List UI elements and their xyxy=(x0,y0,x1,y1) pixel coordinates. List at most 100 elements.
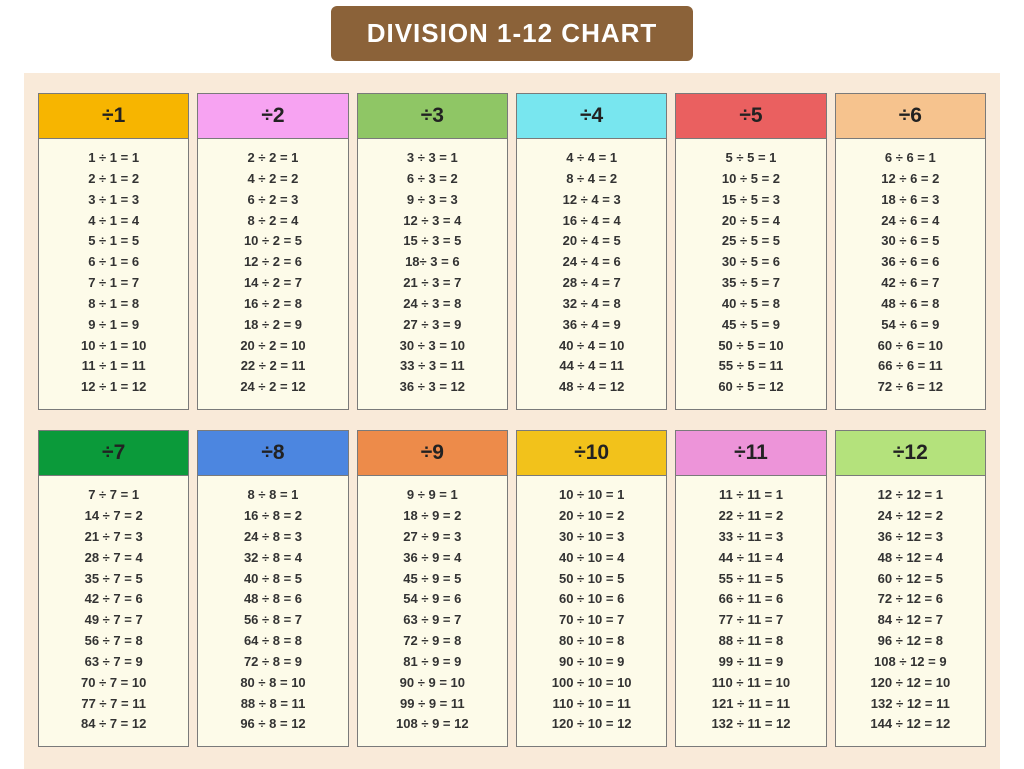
division-block-header: ÷6 xyxy=(836,94,985,139)
division-block-body: 10 ÷ 10 = 120 ÷ 10 = 230 ÷ 10 = 340 ÷ 10… xyxy=(517,476,666,746)
division-equation: 20 ÷ 10 = 2 xyxy=(559,507,624,526)
chart-row-1: ÷11 ÷ 1 = 12 ÷ 1 = 23 ÷ 1 = 34 ÷ 1 = 45 … xyxy=(38,93,986,410)
division-equation: 28 ÷ 4 = 7 xyxy=(563,274,621,293)
division-equation: 45 ÷ 9 = 5 xyxy=(403,570,461,589)
division-equation: 6 ÷ 2 = 3 xyxy=(248,191,299,210)
division-equation: 32 ÷ 8 = 4 xyxy=(244,549,302,568)
division-block-body: 5 ÷ 5 = 110 ÷ 5 = 215 ÷ 5 = 320 ÷ 5 = 42… xyxy=(676,139,825,409)
division-equation: 54 ÷ 9 = 6 xyxy=(403,590,461,609)
division-equation: 40 ÷ 4 = 10 xyxy=(559,337,624,356)
division-equation: 48 ÷ 8 = 6 xyxy=(244,590,302,609)
division-block-header: ÷7 xyxy=(39,431,188,476)
division-equation: 8 ÷ 8 = 1 xyxy=(248,486,299,505)
division-equation: 24 ÷ 8 = 3 xyxy=(244,528,302,547)
division-equation: 11 ÷ 11 = 1 xyxy=(719,486,783,505)
division-equation: 70 ÷ 7 = 10 xyxy=(81,674,146,693)
division-equation: 30 ÷ 3 = 10 xyxy=(400,337,465,356)
division-equation: 55 ÷ 11 = 5 xyxy=(719,570,784,589)
division-block-6: ÷66 ÷ 6 = 112 ÷ 6 = 218 ÷ 6 = 324 ÷ 6 = … xyxy=(835,93,986,410)
division-block-body: 9 ÷ 9 = 118 ÷ 9 = 227 ÷ 9 = 336 ÷ 9 = 44… xyxy=(358,476,507,746)
division-equation: 6 ÷ 3 = 2 xyxy=(407,170,458,189)
division-equation: 16 ÷ 2 = 8 xyxy=(244,295,302,314)
division-equation: 35 ÷ 7 = 5 xyxy=(85,570,143,589)
division-equation: 7 ÷ 1 = 7 xyxy=(88,274,139,293)
division-equation: 88 ÷ 11 = 8 xyxy=(719,632,784,651)
division-equation: 18÷ 3 = 6 xyxy=(405,253,459,272)
division-equation: 32 ÷ 4 = 8 xyxy=(563,295,621,314)
division-equation: 12 ÷ 12 = 1 xyxy=(878,486,943,505)
division-equation: 99 ÷ 11 = 9 xyxy=(719,653,784,672)
division-equation: 72 ÷ 12 = 6 xyxy=(878,590,943,609)
division-equation: 77 ÷ 11 = 7 xyxy=(719,611,784,630)
division-equation: 100 ÷ 10 = 10 xyxy=(552,674,632,693)
division-block-9: ÷99 ÷ 9 = 118 ÷ 9 = 227 ÷ 9 = 336 ÷ 9 = … xyxy=(357,430,508,747)
division-block-body: 11 ÷ 11 = 122 ÷ 11 = 233 ÷ 11 = 344 ÷ 11… xyxy=(676,476,825,746)
division-equation: 8 ÷ 4 = 2 xyxy=(566,170,617,189)
division-equation: 16 ÷ 4 = 4 xyxy=(563,212,621,231)
division-equation: 3 ÷ 1 = 3 xyxy=(88,191,139,210)
division-block-body: 1 ÷ 1 = 12 ÷ 1 = 23 ÷ 1 = 34 ÷ 1 = 45 ÷ … xyxy=(39,139,188,409)
division-equation: 8 ÷ 1 = 8 xyxy=(88,295,139,314)
division-equation: 30 ÷ 10 = 3 xyxy=(559,528,624,547)
division-equation: 120 ÷ 12 = 10 xyxy=(870,674,950,693)
division-equation: 36 ÷ 9 = 4 xyxy=(403,549,461,568)
division-equation: 45 ÷ 5 = 9 xyxy=(722,316,780,335)
division-equation: 36 ÷ 6 = 6 xyxy=(881,253,939,272)
division-equation: 72 ÷ 8 = 9 xyxy=(244,653,302,672)
division-block-body: 8 ÷ 8 = 116 ÷ 8 = 224 ÷ 8 = 332 ÷ 8 = 44… xyxy=(198,476,347,746)
division-block-2: ÷22 ÷ 2 = 14 ÷ 2 = 26 ÷ 2 = 38 ÷ 2 = 410… xyxy=(197,93,348,410)
division-equation: 5 ÷ 5 = 1 xyxy=(726,149,777,168)
division-equation: 10 ÷ 10 = 1 xyxy=(559,486,624,505)
division-equation: 63 ÷ 7 = 9 xyxy=(85,653,143,672)
division-equation: 72 ÷ 6 = 12 xyxy=(878,378,943,397)
division-equation: 42 ÷ 6 = 7 xyxy=(881,274,939,293)
division-equation: 84 ÷ 12 = 7 xyxy=(878,611,943,630)
division-equation: 2 ÷ 1 = 2 xyxy=(88,170,139,189)
division-equation: 18 ÷ 6 = 3 xyxy=(881,191,939,210)
division-equation: 12 ÷ 3 = 4 xyxy=(403,212,461,231)
division-equation: 9 ÷ 3 = 3 xyxy=(407,191,458,210)
division-equation: 12 ÷ 2 = 6 xyxy=(244,253,302,272)
division-block-header: ÷12 xyxy=(836,431,985,476)
division-equation: 6 ÷ 1 = 6 xyxy=(88,253,139,272)
division-block-body: 7 ÷ 7 = 114 ÷ 7 = 221 ÷ 7 = 328 ÷ 7 = 43… xyxy=(39,476,188,746)
division-block-header: ÷3 xyxy=(358,94,507,139)
division-block-body: 4 ÷ 4 = 18 ÷ 4 = 212 ÷ 4 = 316 ÷ 4 = 420… xyxy=(517,139,666,409)
division-equation: 4 ÷ 4 = 1 xyxy=(566,149,617,168)
division-equation: 33 ÷ 3 = 11 xyxy=(400,357,465,376)
division-equation: 9 ÷ 1 = 9 xyxy=(88,316,139,335)
division-equation: 20 ÷ 2 = 10 xyxy=(240,337,305,356)
division-equation: 70 ÷ 10 = 7 xyxy=(559,611,624,630)
division-equation: 1 ÷ 1 = 1 xyxy=(88,149,139,168)
division-equation: 24 ÷ 2 = 12 xyxy=(240,378,305,397)
division-equation: 42 ÷ 7 = 6 xyxy=(85,590,143,609)
division-block-header: ÷2 xyxy=(198,94,347,139)
division-equation: 12 ÷ 4 = 3 xyxy=(563,191,621,210)
division-equation: 2 ÷ 2 = 1 xyxy=(248,149,299,168)
division-block-body: 6 ÷ 6 = 112 ÷ 6 = 218 ÷ 6 = 324 ÷ 6 = 43… xyxy=(836,139,985,409)
division-equation: 4 ÷ 1 = 4 xyxy=(88,212,139,231)
division-equation: 144 ÷ 12 = 12 xyxy=(870,715,950,734)
division-equation: 60 ÷ 6 = 10 xyxy=(878,337,943,356)
division-equation: 6 ÷ 6 = 1 xyxy=(885,149,936,168)
division-equation: 36 ÷ 4 = 9 xyxy=(563,316,621,335)
division-equation: 120 ÷ 10 = 12 xyxy=(552,715,632,734)
division-block-header: ÷10 xyxy=(517,431,666,476)
division-block-3: ÷33 ÷ 3 = 16 ÷ 3 = 29 ÷ 3 = 312 ÷ 3 = 41… xyxy=(357,93,508,410)
division-equation: 121 ÷ 11 = 11 xyxy=(712,695,790,714)
division-equation: 40 ÷ 8 = 5 xyxy=(244,570,302,589)
division-equation: 10 ÷ 5 = 2 xyxy=(722,170,780,189)
division-block-11: ÷1111 ÷ 11 = 122 ÷ 11 = 233 ÷ 11 = 344 ÷… xyxy=(675,430,826,747)
division-block-body: 3 ÷ 3 = 16 ÷ 3 = 29 ÷ 3 = 312 ÷ 3 = 415 … xyxy=(358,139,507,409)
division-equation: 66 ÷ 6 = 11 xyxy=(878,357,943,376)
division-equation: 72 ÷ 9 = 8 xyxy=(403,632,461,651)
division-equation: 55 ÷ 5 = 11 xyxy=(719,357,784,376)
division-equation: 60 ÷ 12 = 5 xyxy=(878,570,943,589)
division-equation: 99 ÷ 9 = 11 xyxy=(400,695,465,714)
division-equation: 18 ÷ 9 = 2 xyxy=(403,507,461,526)
division-equation: 56 ÷ 8 = 7 xyxy=(244,611,302,630)
division-equation: 30 ÷ 5 = 6 xyxy=(722,253,780,272)
division-equation: 77 ÷ 7 = 11 xyxy=(81,695,146,714)
division-equation: 14 ÷ 2 = 7 xyxy=(244,274,302,293)
division-block-4: ÷44 ÷ 4 = 18 ÷ 4 = 212 ÷ 4 = 316 ÷ 4 = 4… xyxy=(516,93,667,410)
